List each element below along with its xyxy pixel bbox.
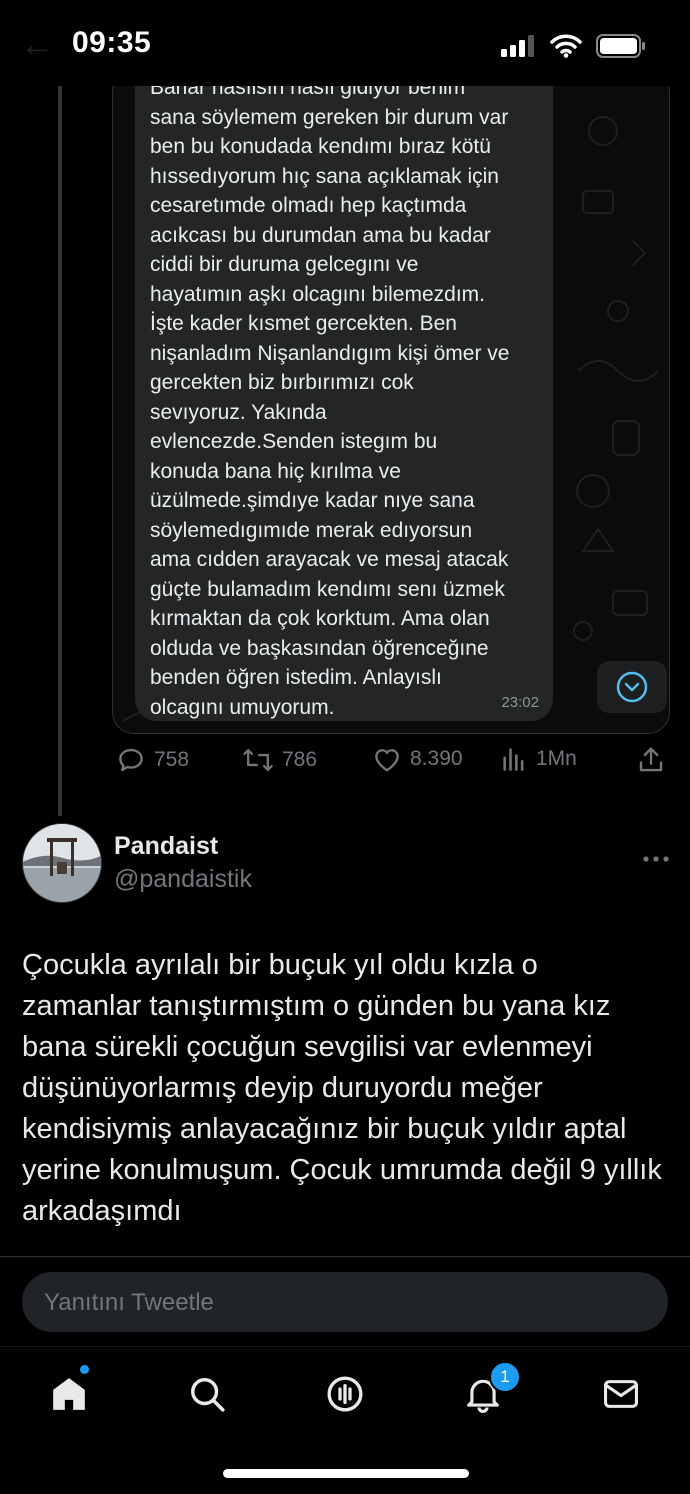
notifications-badge: 1 <box>489 1361 521 1393</box>
more-horizontal-icon <box>643 856 669 862</box>
retweet-icon <box>243 748 273 772</box>
like-button[interactable]: 8.390 <box>372 745 463 773</box>
reply-button[interactable]: 758 <box>116 745 189 775</box>
divider <box>0 1256 690 1257</box>
reply-count: 758 <box>154 748 190 771</box>
more-options-button[interactable] <box>642 839 670 870</box>
home-icon <box>53 1378 85 1410</box>
scroll-down-button[interactable] <box>597 661 667 713</box>
retweet-count: 786 <box>282 748 318 771</box>
chat-message-text: Banar nasılsın nasıl gidiyor benim sana … <box>150 76 510 719</box>
reply-tweet-text: Çocukla ayrılalı bir buçuk yıl oldu kızl… <box>22 949 662 1227</box>
nav-home[interactable] <box>44 1365 94 1419</box>
status-icons <box>500 34 646 58</box>
search-icon <box>191 1378 225 1412</box>
author-name[interactable]: Pandaist <box>114 832 218 861</box>
retweet-button[interactable]: 786 <box>242 745 317 775</box>
chat-message-time: 23:02 <box>501 694 539 711</box>
view-count: 1Mn <box>536 747 577 770</box>
share-button[interactable] <box>636 745 666 775</box>
reply-composer[interactable] <box>22 1272 668 1332</box>
wifi-icon <box>550 34 582 58</box>
heart-icon <box>375 749 399 772</box>
nav-notifications[interactable]: 1 <box>458 1361 521 1419</box>
status-bar: ← 09:35 <box>0 0 690 86</box>
reply-icon <box>119 748 143 772</box>
tweet-media-image[interactable]: Banar nasılsın nasıl gidiyor benim sana … <box>112 70 670 734</box>
status-time: 09:35 <box>72 26 152 59</box>
tweet-action-bar: 758 786 8.390 1Mn <box>114 745 670 785</box>
reply-tweet-author: Pandaist @pandaistik <box>22 823 670 903</box>
signal-icon <box>501 35 534 57</box>
home-indicator[interactable] <box>223 1469 469 1478</box>
thread-line <box>58 86 62 816</box>
back-arrow-icon[interactable]: ← <box>20 26 54 65</box>
nav-search[interactable] <box>182 1369 232 1419</box>
battery-icon <box>596 34 645 58</box>
spaces-icon <box>327 1376 363 1412</box>
nav-messages[interactable] <box>596 1369 646 1419</box>
avatar-image <box>23 824 101 902</box>
author-handle[interactable]: @pandaistik <box>114 865 252 894</box>
share-icon <box>639 747 663 772</box>
messages-icon <box>604 1380 638 1408</box>
nav-spaces[interactable] <box>320 1369 370 1419</box>
views-button[interactable]: 1Mn <box>500 745 577 773</box>
reply-input[interactable] <box>42 1286 646 1320</box>
chat-message-bubble: Banar nasılsın nasıl gidiyor benim sana … <box>135 71 553 721</box>
like-count: 8.390 <box>410 747 463 770</box>
chevron-down-circle-icon <box>616 671 648 703</box>
views-chart-icon <box>503 748 524 771</box>
avatar[interactable] <box>22 823 102 903</box>
home-unread-dot <box>80 1365 89 1374</box>
